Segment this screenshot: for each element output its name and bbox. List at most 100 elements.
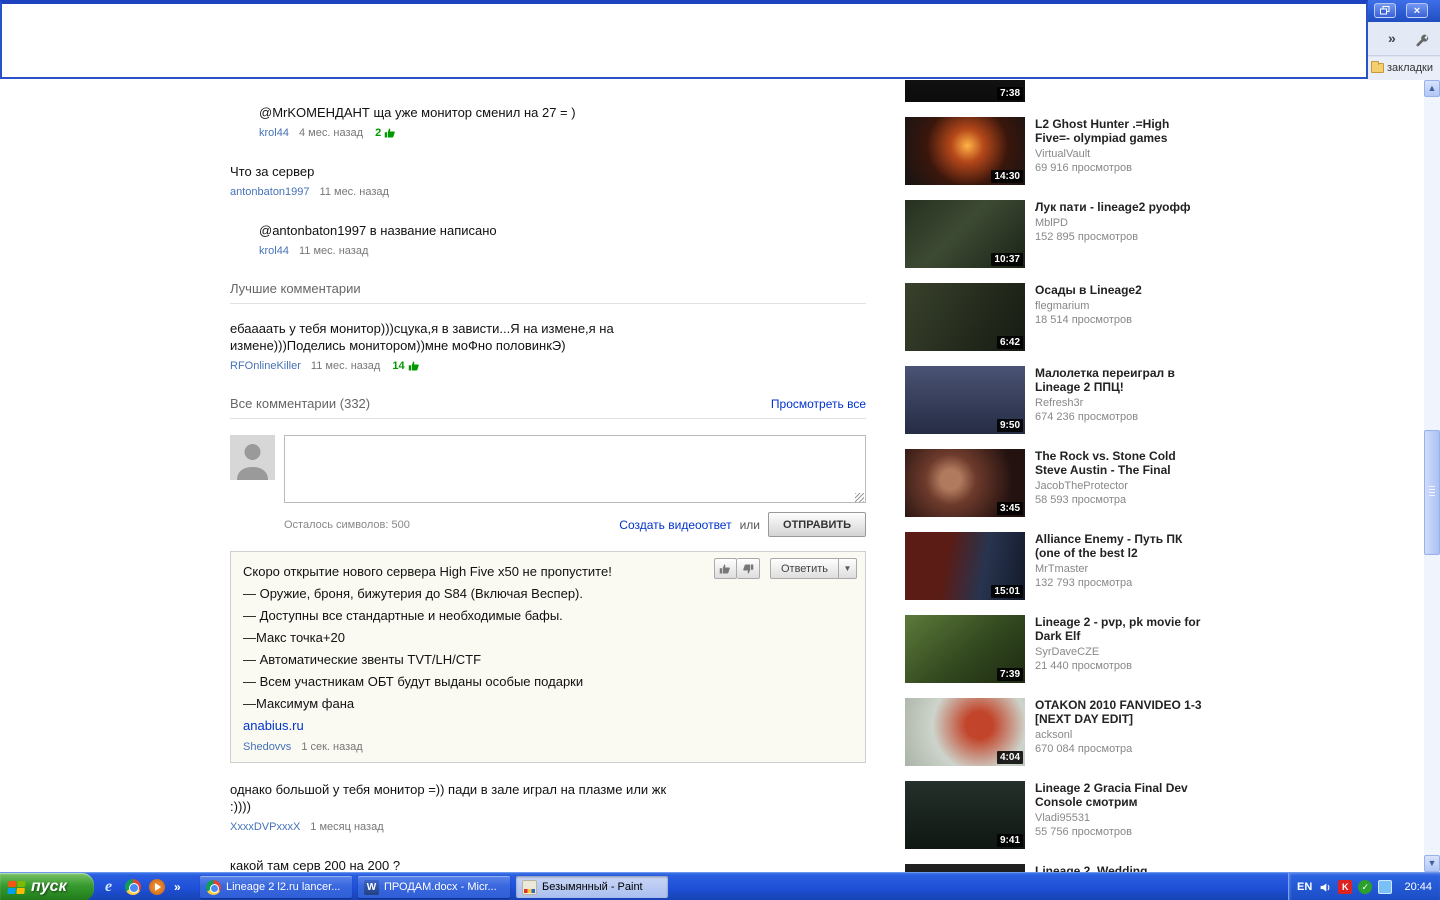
toolbar-overflow-chevron[interactable]: »: [1388, 30, 1396, 46]
taskbar-task-button[interactable]: Безымянный - Paint: [516, 876, 668, 898]
video-author[interactable]: VirtualVault: [1035, 148, 1207, 160]
comment: Что за сервер antonbaton1997 11 мес. наз…: [230, 163, 866, 198]
restore-window-button[interactable]: [1374, 3, 1396, 18]
taskbar-task-button[interactable]: Lineage 2 l2.ru lancer...: [200, 876, 352, 898]
task-button-icon: [206, 879, 221, 895]
video-author[interactable]: Refresh3r: [1035, 397, 1207, 409]
video-title[interactable]: Малолетка переиграл в Lineage 2 ППЦ!: [1035, 366, 1207, 394]
chars-remaining: Осталось символов: 500: [284, 518, 410, 531]
video-title[interactable]: Lineage 2. Wedding: [1035, 864, 1207, 872]
scroll-up-button[interactable]: ▲: [1424, 80, 1440, 97]
taskbar-buttons: Lineage 2 l2.ru lancer... ПРОДАМ.docx - …: [200, 873, 668, 900]
video-title[interactable]: The Rock vs. Stone Cold Steve Austin - T…: [1035, 449, 1207, 477]
video-duration: 7:39: [996, 668, 1023, 681]
comment-input[interactable]: [284, 435, 866, 503]
thumbs-up-button[interactable]: [713, 558, 737, 579]
clock[interactable]: 20:44: [1404, 881, 1432, 893]
video-info: OTAKON 2010 FANVIDEO 1-3 [NEXT DAY EDIT]…: [1035, 698, 1207, 766]
comment: ебаааать у тебя монитор)))сцука,я в зави…: [230, 320, 866, 372]
wrench-menu-icon[interactable]: [1414, 32, 1430, 48]
video-thumbnail[interactable]: 3:45: [905, 449, 1025, 517]
video-thumbnail[interactable]: 10:37: [905, 200, 1025, 268]
video-thumbnail[interactable]: 4:04: [905, 698, 1025, 766]
ie-icon[interactable]: e: [100, 878, 117, 896]
video-thumbnail[interactable]: 7:38: [905, 80, 1025, 102]
video-thumbnail[interactable]: 14:30: [905, 117, 1025, 185]
comment-meta: RFOnlineKiller 11 мес. назад 14: [230, 360, 866, 372]
video-thumbnail[interactable]: 15:01: [905, 532, 1025, 600]
comment-author-link[interactable]: antonbaton1997: [230, 186, 310, 198]
video-author[interactable]: MrTmaster: [1035, 563, 1207, 575]
video-duration: 10:37: [991, 253, 1023, 266]
video-title[interactable]: Лук пати - lineage2 руофф: [1035, 200, 1207, 214]
thumbs-up-icon: [720, 564, 731, 573]
comment-input-wrap: [284, 435, 866, 506]
video-author[interactable]: Vladi95531: [1035, 812, 1207, 824]
comment-form: [230, 435, 866, 506]
video-title[interactable]: L2 Ghost Hunter .=High Five=- olympiad g…: [1035, 117, 1207, 145]
volume-icon[interactable]: [1318, 880, 1332, 894]
video-views: 55 756 просмотров: [1035, 826, 1132, 838]
video-views: 674 236 просмотров: [1035, 411, 1139, 423]
comment-time: 1 месяц назад: [310, 821, 384, 833]
chrome-icon[interactable]: [124, 879, 141, 896]
comment-likes: 14: [392, 360, 419, 372]
video-title[interactable]: Осады в Lineage2: [1035, 283, 1207, 297]
resize-grip-icon[interactable]: [855, 493, 864, 502]
thumbs-up-icon: [384, 128, 396, 138]
comment-author-link[interactable]: XxxxDVPxxxX: [230, 821, 300, 833]
related-video-item: 10:37 Лук пати - lineage2 руофф MblPD 15…: [905, 200, 1215, 268]
comment-link[interactable]: anabius.ru: [243, 715, 853, 737]
comment-author-link[interactable]: RFOnlineKiller: [230, 360, 301, 372]
video-title[interactable]: OTAKON 2010 FANVIDEO 1-3 [NEXT DAY EDIT]: [1035, 698, 1207, 726]
video-duration: 6:42: [996, 336, 1023, 349]
network-icon[interactable]: [1378, 880, 1393, 894]
scrollbar-thumb[interactable]: [1424, 430, 1440, 555]
video-info: Lineage 2. Wedding: [1035, 864, 1207, 872]
video-author[interactable]: JacobTheProtector: [1035, 480, 1207, 492]
start-button[interactable]: пуск: [0, 873, 94, 900]
comment-author-link[interactable]: Shedovvs: [243, 741, 291, 753]
video-title[interactable]: Lineage 2 Gracia Final Dev Console смотр…: [1035, 781, 1207, 809]
video-author[interactable]: SyrDaveCZE: [1035, 646, 1207, 658]
taskbar-task-button[interactable]: ПРОДАМ.docx - Micr...: [358, 876, 510, 898]
video-thumbnail[interactable]: [905, 864, 1025, 872]
comment-time: 11 мес. назад: [310, 360, 381, 372]
media-player-icon[interactable]: [148, 879, 165, 896]
browser-titlebar: ×: [1368, 0, 1440, 22]
quick-launch-overflow-chevron[interactable]: »: [174, 880, 181, 894]
video-author[interactable]: MblPD: [1035, 217, 1207, 229]
comment-likes: 2: [375, 127, 396, 139]
page-scrollbar[interactable]: ▲ ▼: [1424, 80, 1440, 872]
related-video-item: 6:42 Осады в Lineage2 flegmarium 18 514 …: [905, 283, 1215, 351]
video-author[interactable]: flegmarium: [1035, 300, 1207, 312]
video-views: 21 440 просмотров: [1035, 660, 1132, 672]
close-window-button[interactable]: ×: [1406, 3, 1428, 18]
submit-comment-button[interactable]: ОТПРАВИТЬ: [768, 512, 866, 537]
language-indicator[interactable]: EN: [1297, 881, 1312, 893]
video-duration: 9:41: [996, 834, 1023, 847]
scroll-up-icon: ▲: [1427, 83, 1437, 93]
related-video-item: 4:04 OTAKON 2010 FANVIDEO 1-3 [NEXT DAY …: [905, 698, 1215, 766]
reply-dropdown-button[interactable]: ▼: [839, 558, 857, 579]
scroll-down-button[interactable]: ▼: [1424, 855, 1440, 872]
related-video-item: 14:30 L2 Ghost Hunter .=High Five=- olym…: [905, 117, 1215, 185]
antivirus-icon[interactable]: K: [1338, 880, 1353, 894]
comment-author-link[interactable]: krol44: [259, 245, 289, 257]
reply-button[interactable]: Ответить: [769, 558, 839, 579]
thumbs-down-button[interactable]: [736, 558, 760, 579]
comment-text: однако большой у тебя монитор =)) пади в…: [230, 782, 667, 814]
bookmarks-label[interactable]: закладки: [1387, 62, 1433, 74]
video-author[interactable]: acksonl: [1035, 729, 1207, 741]
video-thumbnail[interactable]: 9:50: [905, 366, 1025, 434]
view-all-comments-link[interactable]: Просмотреть все: [771, 397, 866, 411]
video-thumbnail[interactable]: 7:39: [905, 615, 1025, 683]
video-title[interactable]: Lineage 2 - pvp, pk movie for Dark Elf: [1035, 615, 1207, 643]
comment-author-link[interactable]: krol44: [259, 127, 289, 139]
security-check-icon[interactable]: ✓: [1358, 880, 1373, 894]
create-video-response-link[interactable]: Создать видеоответ: [619, 518, 731, 532]
video-thumbnail[interactable]: 6:42: [905, 283, 1025, 351]
video-thumbnail[interactable]: 9:41: [905, 781, 1025, 849]
video-views: 58 593 просмотра: [1035, 494, 1127, 506]
video-title[interactable]: Alliance Enemy - Путь ПК (one of the bes…: [1035, 532, 1207, 560]
